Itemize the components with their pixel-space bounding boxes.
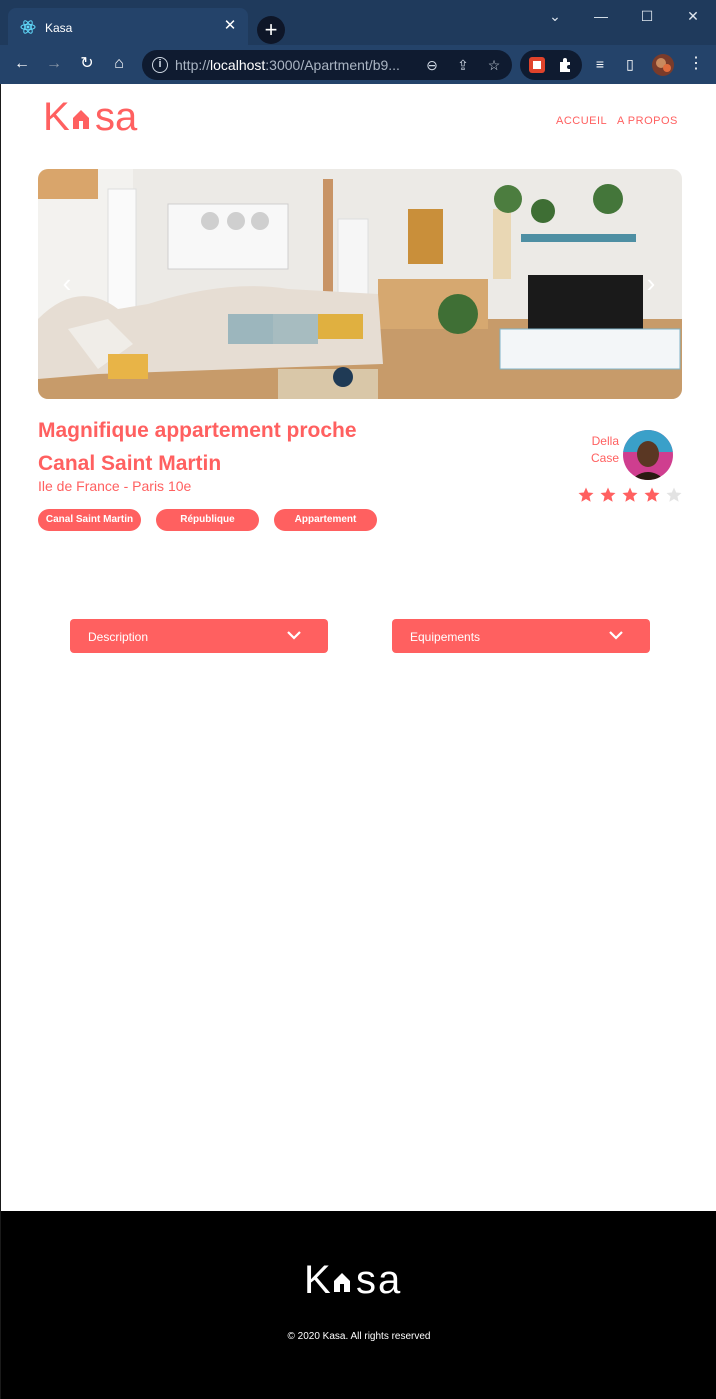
forward-icon[interactable]: → <box>42 52 66 76</box>
tab-title: Kasa <box>45 21 73 35</box>
back-icon[interactable]: ← <box>10 52 34 76</box>
copyright-text: © 2020 Kasa. All rights reserved <box>287 1331 431 1342</box>
equipements-label: Equipements <box>410 630 481 644</box>
chevron-down-icon <box>287 631 301 640</box>
footer-logo: K sa <box>304 1258 419 1311</box>
tab-close-icon[interactable]: ✕ <box>220 16 240 36</box>
equipements-collapse[interactable]: Equipements <box>392 619 650 653</box>
listing-location: Ile de France - Paris 10e <box>38 478 192 494</box>
tag: Canal Saint Martin <box>38 509 141 531</box>
host-last-name: Case <box>590 451 619 465</box>
new-tab-button[interactable]: + <box>257 16 285 44</box>
maximize-icon[interactable]: ☐ <box>624 4 670 28</box>
browser-tab[interactable]: Kasa ✕ <box>8 8 248 45</box>
tab-strip: Kasa ✕ + ⌄ — ☐ ✕ <box>0 0 716 45</box>
star-empty-icon <box>666 487 682 502</box>
tab-search-icon[interactable]: ⌄ <box>532 4 578 28</box>
chevron-down-icon <box>609 631 623 640</box>
react-icon <box>20 20 36 34</box>
url-text: http://localhost:3000/Apartment/b9... <box>175 57 400 73</box>
home-icon[interactable]: ⌂ <box>107 52 131 76</box>
star-filled-icon <box>578 487 594 502</box>
listing-title: Magnifique appartement proche Canal Sain… <box>38 419 357 475</box>
nav-apropos-link[interactable]: A PROPOS <box>617 115 678 127</box>
footer: K sa © 2020 Kasa. All rights reserved <box>1 1211 716 1399</box>
star-filled-icon <box>644 487 660 502</box>
media-icon[interactable]: ≡ <box>588 52 612 76</box>
share-icon[interactable]: ⇪ <box>453 55 473 75</box>
star-filled-icon <box>622 487 638 502</box>
carousel-prev-icon[interactable]: ‹ <box>56 270 78 296</box>
apartment-photo <box>38 169 682 399</box>
bookmark-star-icon[interactable]: ☆ <box>484 55 504 75</box>
tag: Appartement <box>274 509 377 531</box>
photo-carousel: ‹ › <box>38 169 682 399</box>
address-bar[interactable]: i http://localhost:3000/Apartment/b9... … <box>142 50 512 80</box>
svg-text:K: K <box>43 96 70 138</box>
svg-text:K: K <box>304 1259 333 1301</box>
extensions-group <box>520 50 582 80</box>
extension-icon[interactable] <box>528 56 546 74</box>
browser-chrome: Kasa ✕ + ⌄ — ☐ ✕ ← → ↻ ⌂ i http://localh… <box>0 0 716 84</box>
side-panel-icon[interactable]: ▯ <box>618 52 642 76</box>
zoom-icon[interactable]: ⊖ <box>422 55 442 75</box>
star-filled-icon <box>600 487 616 502</box>
site-info-icon[interactable]: i <box>152 57 168 73</box>
close-window-icon[interactable]: ✕ <box>670 4 716 28</box>
menu-icon[interactable]: ⋮ <box>684 52 708 76</box>
reload-icon[interactable]: ↻ <box>75 52 99 76</box>
carousel-next-icon[interactable]: › <box>640 270 662 296</box>
kasa-logo[interactable]: K sa <box>43 95 158 139</box>
svg-text:sa: sa <box>356 1259 402 1301</box>
page: K sa ACCUEIL A PROPOS ‹ › Magnifique app… <box>0 84 716 1399</box>
host-first-name: Della <box>591 434 619 448</box>
minimize-icon[interactable]: — <box>578 4 624 28</box>
svg-text:sa: sa <box>95 96 138 138</box>
host-avatar <box>623 430 673 480</box>
host-name: Della Case <box>575 433 619 467</box>
profile-avatar[interactable] <box>651 53 675 77</box>
puzzle-icon[interactable] <box>557 56 575 74</box>
description-label: Description <box>88 630 149 644</box>
nav-accueil-link[interactable]: ACCUEIL <box>556 115 607 127</box>
tag: République <box>156 509 259 531</box>
description-collapse[interactable]: Description <box>70 619 328 653</box>
